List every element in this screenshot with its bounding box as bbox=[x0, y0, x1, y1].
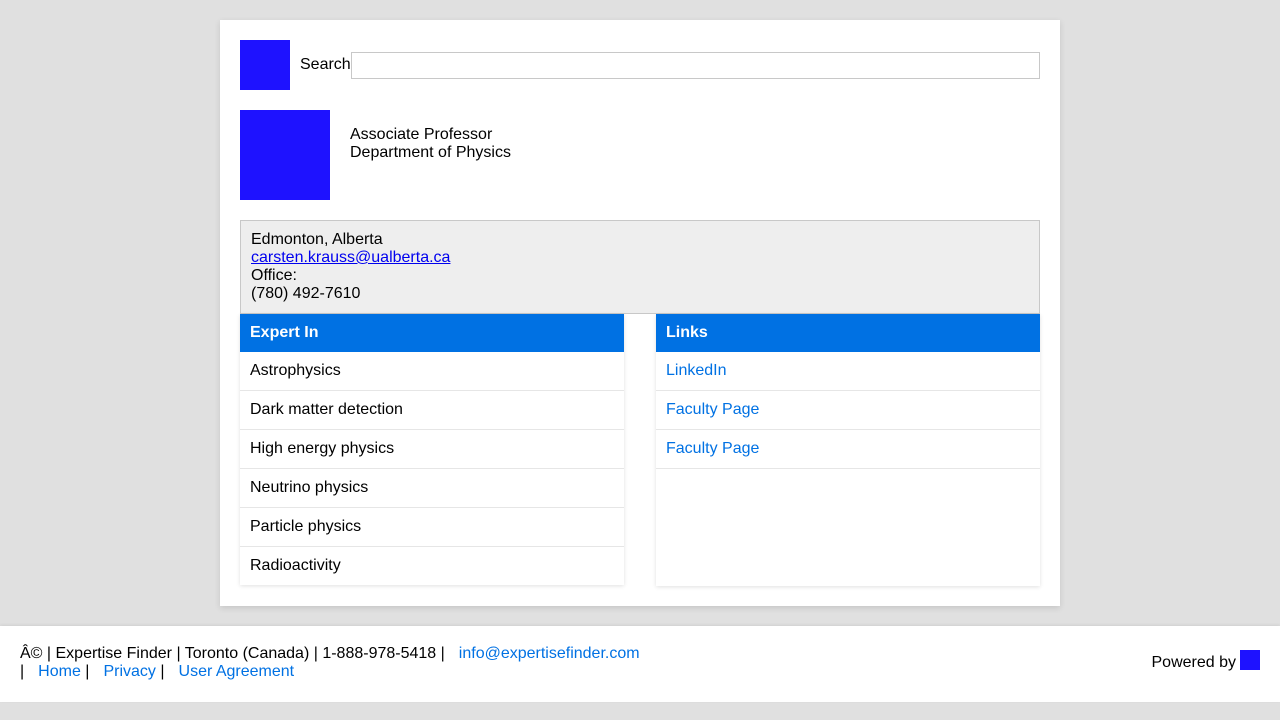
footer-user-agreement-link[interactable]: User Agreement bbox=[179, 663, 295, 680]
footer-email-link[interactable]: info@expertisefinder.com bbox=[459, 645, 640, 662]
search-input[interactable] bbox=[350, 51, 1040, 79]
link-faculty-page[interactable]: Faculty Page bbox=[656, 391, 1040, 430]
profile-department: Department of Physics bbox=[350, 144, 511, 161]
expertise-item: Radioactivity bbox=[250, 557, 341, 574]
expertise-item: Particle physics bbox=[240, 508, 624, 547]
expert-in-panel: Expert In Astrophysics Dark matter detec… bbox=[240, 314, 624, 585]
search-label: Search bbox=[300, 56, 351, 73]
profile-header: Associate Professor Department of Physic… bbox=[240, 110, 511, 200]
footer: Â© | Expertise Finder | Toronto (Canada)… bbox=[0, 626, 1280, 702]
powered-by-logo-icon[interactable] bbox=[1240, 650, 1260, 670]
powered-by-label: Powered by bbox=[1151, 654, 1237, 671]
contact-info: Edmonton, Alberta carsten.krauss@ualbert… bbox=[240, 220, 1040, 314]
expertise-item: High energy physics bbox=[240, 430, 624, 469]
contact-email-link[interactable]: carsten.krauss@ualberta.ca bbox=[251, 249, 450, 266]
profile-card: Search Associate Professor Department of… bbox=[220, 20, 1060, 606]
footer-separator: | bbox=[85, 663, 90, 680]
expert-in-header: Expert In bbox=[240, 314, 624, 352]
powered-by: Powered by bbox=[1151, 650, 1260, 672]
link-linkedin[interactable]: LinkedIn bbox=[656, 352, 1040, 391]
footer-home-link[interactable]: Home bbox=[38, 663, 81, 680]
contact-office-label: Office: bbox=[251, 267, 297, 284]
site-logo-icon[interactable] bbox=[240, 40, 290, 90]
expertise-item: Dark matter detection bbox=[240, 391, 624, 430]
expertise-item: Astrophysics bbox=[240, 352, 624, 391]
contact-phone: (780) 492-7610 bbox=[251, 285, 361, 302]
search-bar: Search bbox=[240, 40, 1040, 90]
links-panel: Links LinkedIn Faculty Page Faculty Page bbox=[656, 314, 1040, 586]
link-faculty-page-2[interactable]: Faculty Page bbox=[656, 430, 1040, 469]
profile-title: Associate Professor bbox=[350, 126, 493, 143]
links-header: Links bbox=[656, 314, 1040, 352]
expertise-item: Neutrino physics bbox=[240, 469, 624, 508]
contact-location: Edmonton, Alberta bbox=[251, 231, 383, 248]
footer-separator: | bbox=[160, 663, 165, 680]
footer-info-text: Â© | Expertise Finder | Toronto (Canada)… bbox=[20, 645, 445, 662]
profile-titles: Associate Professor Department of Physic… bbox=[350, 126, 511, 162]
avatar bbox=[240, 110, 330, 200]
footer-privacy-link[interactable]: Privacy bbox=[103, 663, 155, 680]
footer-info: Â© | Expertise Finder | Toronto (Canada)… bbox=[20, 645, 640, 681]
footer-separator: | bbox=[20, 663, 25, 680]
